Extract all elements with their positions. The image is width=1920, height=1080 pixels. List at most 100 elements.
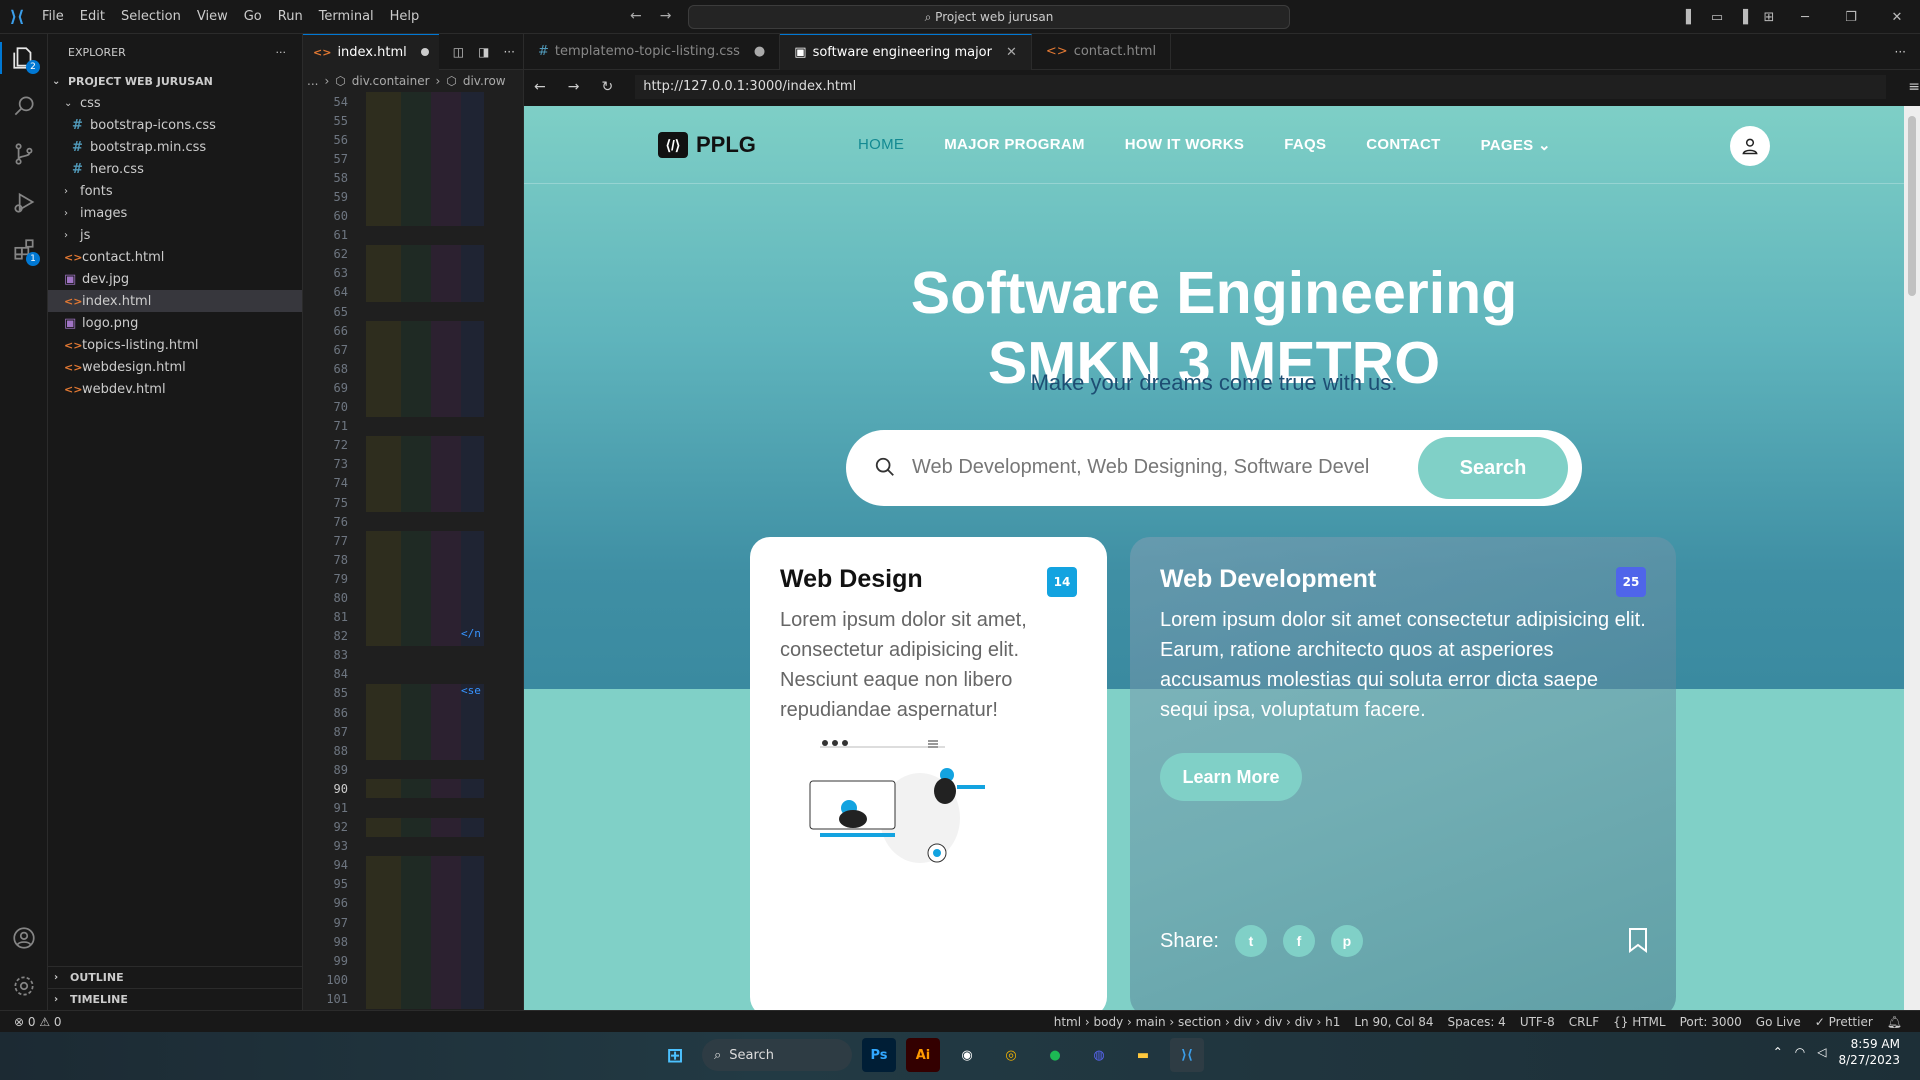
close-icon[interactable]: ✕ <box>1006 45 1017 60</box>
code-line[interactable]: 80 <box>303 588 524 608</box>
tree-item-topics-listing-html[interactable]: <> topics-listing.html <box>48 334 302 356</box>
tree-item-contact-html[interactable]: <> contact.html <box>48 246 302 268</box>
code-line[interactable]: 74 <box>303 473 524 493</box>
extensions-icon[interactable]: 1 <box>0 226 48 274</box>
code-line[interactable]: 67 <box>303 340 524 360</box>
forward-arrow-icon[interactable]: → <box>660 8 672 24</box>
taskbar-search[interactable]: ⌕ Search <box>702 1039 852 1071</box>
menu-icon[interactable]: ≡ <box>1908 79 1920 95</box>
code-line[interactable]: 81 <box>303 607 524 627</box>
menu-go[interactable]: Go <box>236 0 270 34</box>
tab-contact-html[interactable]: <> contact.html <box>1032 33 1172 70</box>
code-line[interactable]: 92 <box>303 817 524 837</box>
accounts-icon[interactable] <box>0 914 48 962</box>
code-line[interactable]: 75 <box>303 492 524 513</box>
encoding[interactable]: UTF-8 <box>1520 1015 1555 1029</box>
menu-view[interactable]: View <box>189 0 236 34</box>
tree-item-webdesign-html[interactable]: <> webdesign.html <box>48 356 302 378</box>
web-design-card[interactable]: Web Design 14 Lorem ipsum dolor sit amet… <box>750 537 1107 1010</box>
code-line[interactable]: 61 <box>303 225 524 245</box>
code-line[interactable]: 96 <box>303 893 524 914</box>
live-server-port[interactable]: Port: 3000 <box>1680 1015 1742 1029</box>
tree-item-logo-png[interactable]: ▣ logo.png <box>48 312 302 334</box>
photoshop-icon[interactable]: Ps <box>862 1038 896 1072</box>
spotify-icon[interactable]: ● <box>1038 1038 1072 1072</box>
discord-icon[interactable]: ◍ <box>1082 1038 1116 1072</box>
menu-run[interactable]: Run <box>270 0 311 34</box>
code-line[interactable]: 89 <box>303 760 524 780</box>
code-line[interactable]: 94 <box>303 855 524 875</box>
menu-terminal[interactable]: Terminal <box>311 0 382 34</box>
code-line[interactable]: 98 <box>303 932 524 952</box>
vscode-taskbar-icon[interactable]: ⟩⟨ <box>1170 1038 1204 1072</box>
code-line[interactable]: 54 <box>303 92 524 112</box>
code-line[interactable]: 56 <box>303 130 524 150</box>
code-line[interactable]: 76 <box>303 512 524 532</box>
code-line[interactable]: 77 <box>303 531 524 551</box>
code-line[interactable]: 63 <box>303 263 524 283</box>
minimize-button[interactable]: ─ <box>1782 10 1828 25</box>
nav-contact[interactable]: CONTACT <box>1366 136 1440 154</box>
unsaved-dot-icon[interactable]: ● <box>754 44 765 59</box>
toggle-secondary-sidebar-icon[interactable]: ▐ <box>1730 10 1756 25</box>
tree-item-js[interactable]: › js <box>48 224 302 246</box>
code-line[interactable]: 71 <box>303 416 524 436</box>
breadcrumb-item[interactable]: div.container <box>352 74 430 88</box>
code-line[interactable]: 83 <box>303 645 524 665</box>
pinterest-icon[interactable]: p <box>1330 925 1363 957</box>
run-debug-icon[interactable] <box>0 178 48 226</box>
code-line[interactable]: 60 <box>303 206 524 226</box>
tree-item-images[interactable]: › images <box>48 202 302 224</box>
cursor-position[interactable]: Ln 90, Col 84 <box>1354 1015 1433 1029</box>
steam-icon[interactable]: ◉ <box>950 1038 984 1072</box>
code-line[interactable]: 79 <box>303 569 524 589</box>
code-line[interactable]: 87 <box>303 722 524 742</box>
tree-item-bootstrap-min-css[interactable]: # bootstrap.min.css <box>48 136 302 158</box>
user-account-button[interactable] <box>1730 126 1770 166</box>
scrollbar-thumb[interactable] <box>1908 116 1916 296</box>
tab-software-engineering-major[interactable]: ▣ software engineering major ✕ <box>780 33 1032 70</box>
command-center[interactable]: ⌕ Project web jurusan <box>688 5 1290 29</box>
code-line[interactable]: 101 <box>303 989 524 1009</box>
tab-templatemo-css[interactable]: # templatemo-topic-listing.css ● <box>524 33 781 70</box>
code-line[interactable]: 73 <box>303 454 524 474</box>
volume-icon[interactable]: ◁ <box>1817 1045 1826 1059</box>
menu-file[interactable]: File <box>34 0 72 34</box>
code-line[interactable]: 88 <box>303 741 524 761</box>
code-line[interactable]: 72 <box>303 435 524 455</box>
clock[interactable]: 8:59 AM 8/27/2023 <box>1838 1036 1900 1068</box>
breadcrumb-item[interactable]: ... <box>307 74 318 88</box>
file-explorer-icon[interactable]: ▬ <box>1126 1038 1160 1072</box>
reload-icon[interactable]: ↻ <box>601 79 613 95</box>
settings-gear-icon[interactable] <box>0 962 48 1010</box>
facebook-icon[interactable]: f <box>1282 925 1315 957</box>
code-lines[interactable]: 54 55 56 57 58 59 60 61 62 63 64 65 66 67 68 69 70 71 72 73… <box>303 92 524 1009</box>
tab-index-html[interactable]: <> index.html <box>303 33 439 70</box>
code-line[interactable]: 68 <box>303 359 524 379</box>
tree-item-webdev-html[interactable]: <> webdev.html <box>48 378 302 400</box>
outline-section[interactable]: › OUTLINE <box>48 966 303 988</box>
forward-arrow-icon[interactable]: → <box>568 79 580 95</box>
code-line[interactable]: 70 <box>303 397 524 417</box>
nav-home[interactable]: HOME <box>858 136 904 154</box>
split-editor-icon[interactable]: ◨ <box>478 45 489 59</box>
twitter-icon[interactable]: t <box>1234 925 1267 957</box>
code-line[interactable]: 69 <box>303 378 524 398</box>
code-line[interactable]: 82 </n <box>303 626 524 646</box>
search-input[interactable]: Web Development, Web Designing, Software… <box>912 456 1369 479</box>
line-endings[interactable]: CRLF <box>1569 1015 1599 1029</box>
bookmark-icon[interactable] <box>1628 927 1648 953</box>
code-line[interactable]: 62 <box>303 244 524 264</box>
code-line[interactable]: 85 <se <box>303 683 524 703</box>
nav-major-program[interactable]: MAJOR PROGRAM <box>944 136 1085 154</box>
tree-item-hero-css[interactable]: # hero.css <box>48 158 302 180</box>
tree-item-index-html[interactable]: <> index.html <box>48 290 302 312</box>
prettier-status[interactable]: ✓ Prettier <box>1815 1015 1873 1029</box>
restore-button[interactable]: ❐ <box>1828 10 1874 25</box>
source-control-icon[interactable] <box>0 130 48 178</box>
back-arrow-icon[interactable]: ← <box>534 79 546 95</box>
tree-item-dev-jpg[interactable]: ▣ dev.jpg <box>48 268 302 290</box>
back-arrow-icon[interactable]: ← <box>630 8 642 24</box>
toggle-panel-icon[interactable]: ▭ <box>1704 10 1730 25</box>
more-actions-icon[interactable]: ··· <box>276 46 287 59</box>
